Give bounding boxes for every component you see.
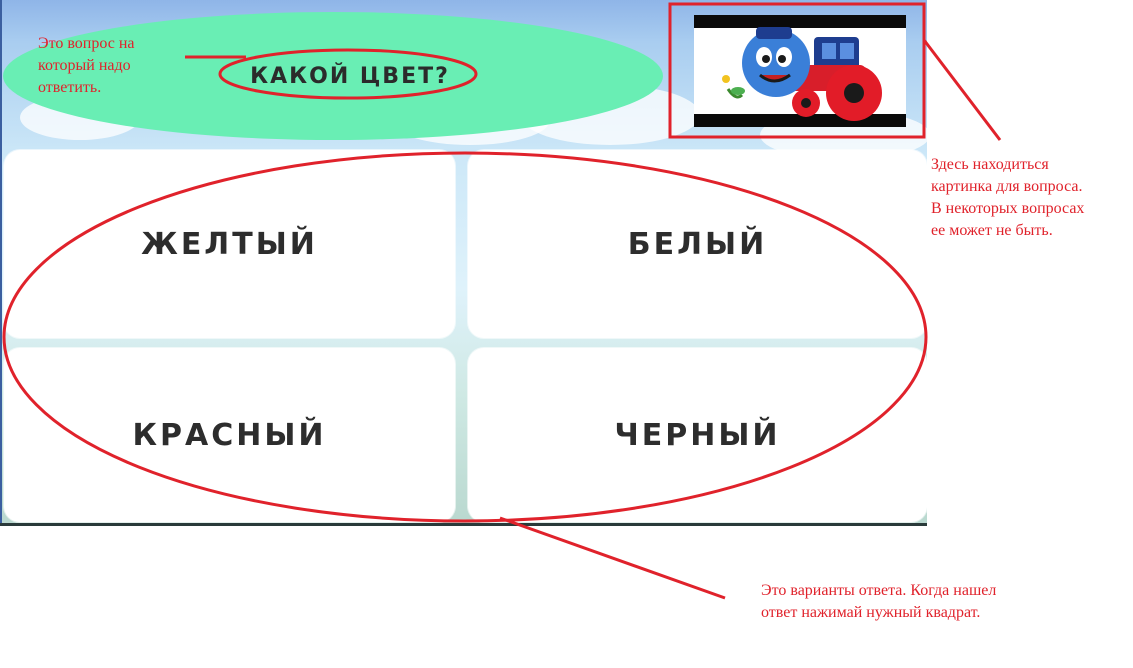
- screen-bottom-edge: [0, 523, 927, 526]
- answer-card-3[interactable]: КРАСНЫЙ: [4, 348, 455, 522]
- answers-annotation: Это варианты ответа. Когда нашел ответ н…: [761, 582, 997, 621]
- answer-card-4[interactable]: ЧЕРНЫЙ: [468, 348, 927, 522]
- answer-card-2[interactable]: БЕЛЫЙ: [468, 150, 927, 338]
- question-text: КАКОЙ ЦВЕТ?: [250, 63, 450, 89]
- question-picture: [694, 15, 906, 127]
- answer-grid: ЖЕЛТЫЙ БЕЛЫЙ КРАСНЫЙ ЧЕРНЫЙ: [4, 150, 927, 522]
- picture-pointer-line: [922, 39, 1002, 141]
- answer-card-1[interactable]: ЖЕЛТЫЙ: [4, 150, 455, 338]
- screen-edge: [0, 0, 2, 526]
- picture-annotation: Здесь находиться картинка для вопроса. В…: [931, 156, 1085, 239]
- question-annotation: Это вопрос на который надо ответить.: [38, 35, 135, 96]
- answers-pointer-line: [499, 516, 726, 600]
- cartoon-train-icon: [716, 27, 882, 121]
